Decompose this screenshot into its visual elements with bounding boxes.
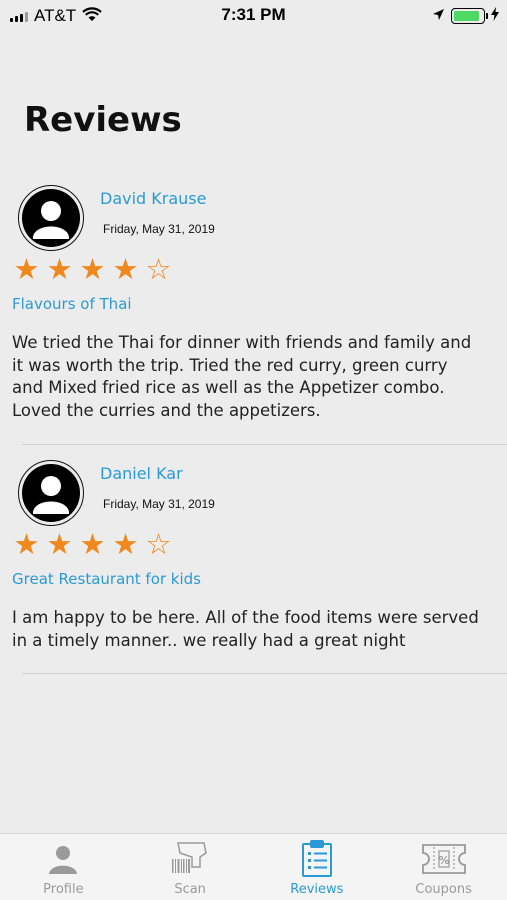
review-date: Friday, May 31, 2019 [103,222,215,236]
status-bar: AT&T 7:31 PM [0,0,507,30]
coupon-icon: % [421,840,467,878]
avatar[interactable] [18,185,84,251]
review-author[interactable]: David Krause [100,189,206,208]
avatar[interactable] [18,460,84,526]
star-filled-icon: ★ [112,252,139,286]
battery-fill [454,10,480,21]
review-author[interactable]: Daniel Kar [100,464,183,483]
tab-coupons[interactable]: % Coupons [380,834,507,900]
battery-icon [451,7,488,24]
svg-text:%: % [438,854,449,867]
star-filled-icon: ★ [79,527,106,561]
divider [22,673,507,674]
star-filled-icon: ★ [13,252,40,286]
charging-bolt-icon [491,6,499,25]
star-empty-icon: ☆ [145,252,172,286]
user-silhouette-icon [22,189,80,247]
review-body: We tried the Thai for dinner with friend… [12,333,472,420]
tab-scan[interactable]: Scan [127,834,254,900]
star-filled-icon: ★ [13,527,40,561]
star-filled-icon: ★ [112,527,139,561]
review-title: Flavours of Thai [12,295,132,313]
star-rating: ★ ★ ★ ★ ☆ [12,529,173,559]
status-time: 7:31 PM [221,5,286,24]
star-empty-icon: ☆ [145,527,172,561]
status-right [432,6,499,25]
divider [22,444,507,445]
tab-profile[interactable]: Profile [0,834,127,900]
tab-label: Reviews [290,882,344,897]
page-title: Reviews [24,100,182,140]
star-rating: ★ ★ ★ ★ ☆ [12,254,173,284]
star-filled-icon: ★ [79,252,106,286]
star-filled-icon: ★ [46,252,73,286]
clipboard-list-icon [301,840,333,878]
user-silhouette-icon [22,464,80,522]
tab-bar: Profile Scan Reviews % Coupons [0,833,507,900]
person-icon [46,840,80,878]
review-date: Friday, May 31, 2019 [103,497,215,511]
location-arrow-icon [432,6,445,25]
barcode-scanner-icon [170,840,210,878]
review-title: Great Restaurant for kids [12,570,202,588]
star-filled-icon: ★ [46,527,73,561]
review-body: I am happy to be here. All of the food i… [12,608,479,650]
tab-label: Scan [174,882,206,897]
tab-label: Coupons [415,882,472,897]
tab-reviews[interactable]: Reviews [254,834,381,900]
tab-label: Profile [43,882,84,897]
